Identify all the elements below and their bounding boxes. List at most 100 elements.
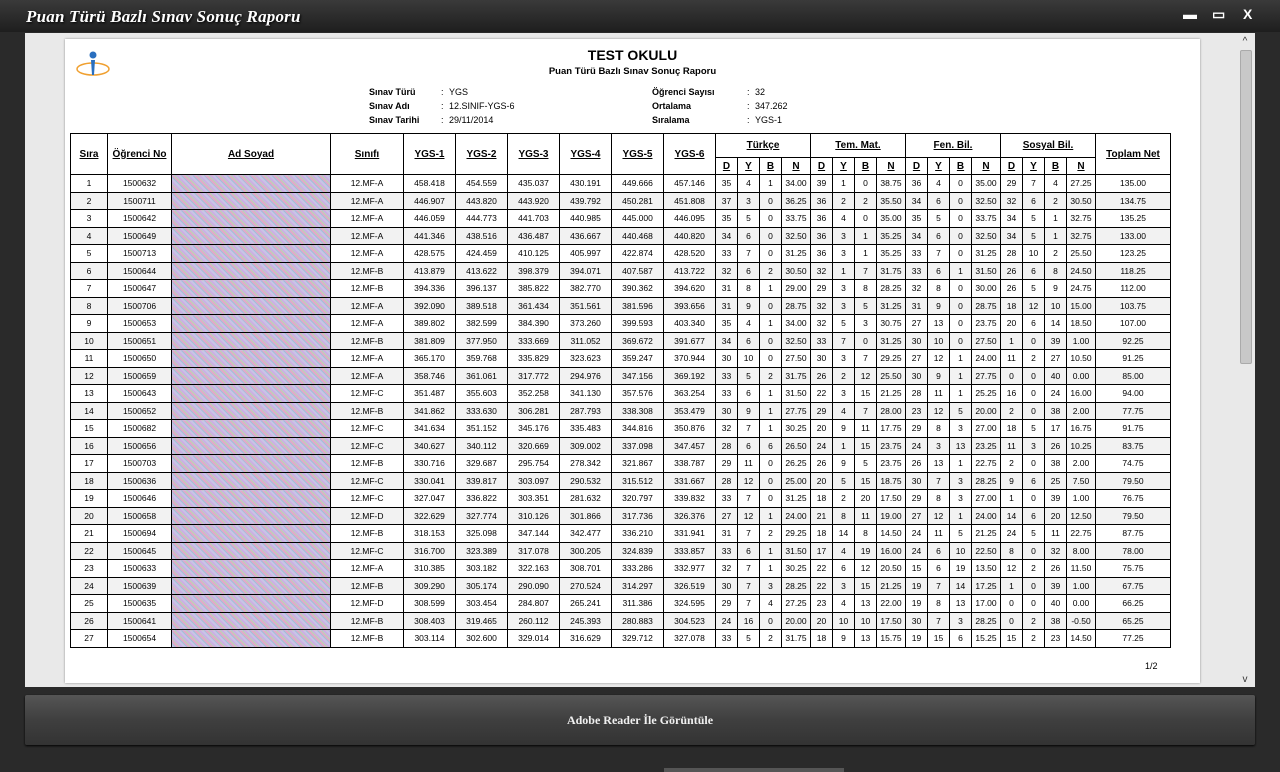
table-cell: 457.146 <box>663 174 716 193</box>
table-cell: 16.00 <box>1066 384 1096 403</box>
scroll-up-icon[interactable]: ^ <box>1239 36 1251 48</box>
table-cell: 27.50 <box>971 331 1001 350</box>
maximize-button[interactable]: ▭ <box>1212 6 1225 23</box>
table-cell: 317.078 <box>507 541 560 560</box>
table-cell: 392.090 <box>403 296 456 315</box>
table-cell: 18.50 <box>1066 314 1096 333</box>
col-sira: Sıra <box>70 133 108 175</box>
table-cell: 65.25 <box>1095 611 1171 630</box>
scroll-down-icon[interactable]: v <box>1239 674 1251 686</box>
results-body: 1 1500632 12.MF-A 458.418 454.559 435.037 430.… <box>70 174 1171 648</box>
table-cell: 357.576 <box>611 384 664 403</box>
redacted-name-cell <box>171 541 331 560</box>
redacted-name-cell <box>171 559 331 578</box>
table-cell: 2.00 <box>1066 454 1096 473</box>
table-cell: 32 <box>715 261 738 280</box>
table-cell: 33 <box>715 629 738 648</box>
table-cell: 446.059 <box>403 209 456 228</box>
table-cell: 382.599 <box>455 314 508 333</box>
table-cell: 22.50 <box>971 541 1001 560</box>
table-cell: 12.MF-A <box>330 296 404 315</box>
redacted-name-cell <box>171 436 331 455</box>
table-cell: 1500694 <box>107 524 172 543</box>
table-cell: 26 <box>1000 261 1023 280</box>
table-cell: 1500641 <box>107 611 172 630</box>
table-cell: 445.000 <box>611 209 664 228</box>
table-cell: 21 <box>810 506 833 525</box>
table-row: 18 1500636 12.MF-C 330.041 339.817 303.097 290… <box>70 471 1171 490</box>
table-cell: 284.807 <box>507 594 560 613</box>
table-cell: 76.75 <box>1095 489 1171 508</box>
table-cell: 15 <box>905 559 928 578</box>
table-cell: 310.385 <box>403 559 456 578</box>
table-cell: 12.MF-C <box>330 471 404 490</box>
close-button[interactable]: X <box>1243 6 1252 22</box>
table-cell: 38 <box>1044 401 1067 420</box>
table-cell: 6 <box>1022 191 1045 210</box>
table-cell: 17 <box>810 541 833 560</box>
table-cell: 29 <box>905 419 928 438</box>
table-cell: 22.75 <box>971 454 1001 473</box>
table-cell: 314.297 <box>611 576 664 595</box>
table-cell: 25.00 <box>781 471 811 490</box>
col-fen-bil: Fen. Bil. <box>905 133 1001 158</box>
table-cell: 4 <box>737 174 760 193</box>
table-cell: 12.MF-A <box>330 174 404 193</box>
table-cell: 79.50 <box>1095 471 1171 490</box>
table-cell: 290.090 <box>507 576 560 595</box>
table-cell: 12.MF-B <box>330 401 404 420</box>
table-cell: 290.532 <box>559 471 612 490</box>
table-cell: 12 <box>1000 559 1023 578</box>
table-cell: 36 <box>810 244 833 263</box>
subcol-y: Y <box>927 157 950 175</box>
col-turkce: Türkçe <box>715 133 811 158</box>
info-label: Sıralama <box>652 115 690 125</box>
table-cell: 8 <box>927 279 950 298</box>
table-cell: 23.25 <box>971 436 1001 455</box>
table-cell: 0 <box>759 296 782 315</box>
table-cell: 341.862 <box>403 401 456 420</box>
table-cell: 91.25 <box>1095 349 1171 368</box>
table-cell: 20 <box>1000 314 1023 333</box>
subcol-n: N <box>781 157 811 175</box>
table-cell: 6 <box>927 541 950 560</box>
table-cell: 79.50 <box>1095 506 1171 525</box>
minimize-button[interactable]: ▬ <box>1183 6 1197 22</box>
table-cell: 1500658 <box>107 506 172 525</box>
table-cell: 331.667 <box>663 471 716 490</box>
col-toplam-net: Toplam Net <box>1095 133 1171 175</box>
table-cell: 36 <box>810 226 833 245</box>
table-cell: 0 <box>759 209 782 228</box>
table-cell: 13 <box>70 384 108 403</box>
table-cell: 12.MF-B <box>330 576 404 595</box>
table-cell: 5 <box>1022 279 1045 298</box>
col-ygs5: YGS-5 <box>611 133 664 175</box>
table-cell: 28.75 <box>781 296 811 315</box>
table-cell: 8 <box>70 296 108 315</box>
table-cell: 28.25 <box>781 576 811 595</box>
table-cell: 12 <box>927 401 950 420</box>
table-cell: 1500644 <box>107 261 172 280</box>
table-cell: 440.468 <box>611 226 664 245</box>
table-cell: 3 <box>949 419 972 438</box>
table-cell: 5 <box>1022 226 1045 245</box>
table-cell: 30.50 <box>1066 191 1096 210</box>
scroll-thumb[interactable] <box>1240 50 1252 364</box>
table-cell: 303.182 <box>455 559 508 578</box>
table-row: 3 1500642 12.MF-A 446.059 444.773 441.703 440.… <box>70 209 1171 228</box>
vertical-scrollbar[interactable]: ^ v <box>1238 36 1252 686</box>
table-cell: 5 <box>737 209 760 228</box>
table-cell: 12 <box>854 366 877 385</box>
title-bar: Puan Türü Bazlı Sınav Sonuç Raporu ▬ ▭ X <box>0 0 1280 32</box>
table-cell: 33 <box>810 331 833 350</box>
table-cell: 340.627 <box>403 436 456 455</box>
table-cell: 413.622 <box>455 261 508 280</box>
table-cell: 7 <box>854 349 877 368</box>
table-cell: 333.286 <box>611 559 664 578</box>
adobe-reader-button[interactable]: Adobe Reader İle Görüntüle <box>25 695 1255 745</box>
table-cell: 13 <box>927 454 950 473</box>
table-cell: 329.014 <box>507 629 560 648</box>
table-cell: 19 <box>949 559 972 578</box>
table-cell: 333.669 <box>507 331 560 350</box>
table-cell: 6 <box>737 541 760 560</box>
